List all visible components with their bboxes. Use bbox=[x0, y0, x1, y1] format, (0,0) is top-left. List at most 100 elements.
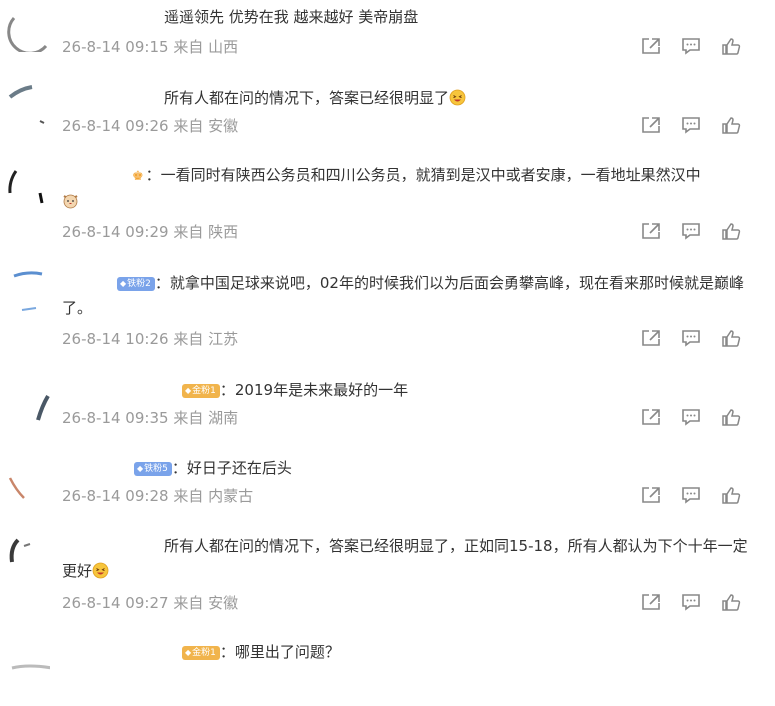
share-button[interactable] bbox=[640, 115, 662, 135]
cat-face-emoji bbox=[62, 192, 79, 209]
laughing-face-emoji bbox=[449, 89, 466, 106]
crown-badge-icon: ♚ bbox=[132, 169, 144, 184]
share-icon bbox=[641, 222, 661, 240]
avatar[interactable] bbox=[6, 390, 50, 434]
comment-icon bbox=[681, 329, 701, 347]
comment-body: 遥遥领先 优势在我 越来越好 美帝崩盘 bbox=[164, 8, 419, 26]
avatar[interactable] bbox=[6, 85, 50, 129]
share-button[interactable] bbox=[640, 36, 662, 56]
comment-location: 江苏 bbox=[208, 330, 239, 348]
comment-text: ◆铁粉2 ：就拿中国足球来说吧，02年的时候我们以为后面会勇攀高峰，现在看来那时候… bbox=[62, 271, 762, 321]
fan-level-badge: ◆铁粉5 bbox=[134, 462, 172, 476]
comment-text: ◆铁粉5 ：好日子还在后头 bbox=[62, 456, 762, 481]
share-button[interactable] bbox=[640, 485, 662, 505]
comment-button[interactable] bbox=[680, 407, 702, 427]
fan-level-badge: ◆铁粉2 bbox=[117, 277, 155, 291]
comment-body: ：就拿中国足球来说吧，02年的时候我们以为后面会勇攀高峰，现在看来那时候就是巅峰… bbox=[62, 274, 744, 317]
comment-date: 26-8-14 09:35 bbox=[62, 409, 169, 427]
comment-date: 26-8-14 09:15 bbox=[62, 38, 169, 56]
like-button[interactable] bbox=[720, 485, 742, 505]
comment-button[interactable] bbox=[680, 221, 702, 241]
fan-level-badge: ◆金粉1 bbox=[182, 646, 220, 660]
like-icon bbox=[721, 116, 741, 134]
comment-button[interactable] bbox=[680, 485, 702, 505]
like-icon bbox=[721, 486, 741, 504]
avatar[interactable] bbox=[6, 536, 50, 580]
comment-body: 所有人都在问的情况下，答案已经很明显了，正如同15-18，所有人都认为下个十年一… bbox=[62, 537, 748, 580]
avatar[interactable] bbox=[6, 8, 50, 52]
like-button[interactable] bbox=[720, 221, 742, 241]
comment-button[interactable] bbox=[680, 36, 702, 56]
like-icon bbox=[721, 593, 741, 611]
like-button[interactable] bbox=[720, 36, 742, 56]
comment-icon bbox=[681, 593, 701, 611]
share-icon bbox=[641, 408, 661, 426]
comment-icon bbox=[681, 222, 701, 240]
comment-actions bbox=[640, 485, 742, 505]
share-icon bbox=[641, 593, 661, 611]
comment-icon bbox=[681, 37, 701, 55]
share-button[interactable] bbox=[640, 221, 662, 241]
comment-icon bbox=[681, 408, 701, 426]
laughing-face-emoji bbox=[92, 562, 109, 579]
like-button[interactable] bbox=[720, 328, 742, 348]
comment-button[interactable] bbox=[680, 592, 702, 612]
comment-body: ：2019年是未来最好的一年 bbox=[219, 381, 409, 399]
like-button[interactable] bbox=[720, 407, 742, 427]
comment-date: 26-8-14 09:29 bbox=[62, 223, 169, 241]
comment-actions bbox=[640, 36, 742, 56]
comment-icon bbox=[681, 116, 701, 134]
comment-text: ♚ ：一看同时有陕西公务员和四川公务员，就猜到是汉中或者安康，一看地址果然汉中 bbox=[62, 163, 762, 214]
comment-meta: 26-8-14 09:29 来自 陕西 bbox=[62, 222, 238, 242]
fan-level-badge: ◆金粉1 bbox=[182, 384, 220, 398]
comment-actions bbox=[640, 115, 742, 135]
comment-source-label: 来自 bbox=[173, 409, 204, 427]
share-button[interactable] bbox=[640, 592, 662, 612]
share-icon bbox=[641, 116, 661, 134]
comment-text: 所有人都在问的情况下，答案已经很明显了 bbox=[62, 86, 762, 111]
comment-actions bbox=[640, 407, 742, 427]
comment-date: 26-8-14 09:26 bbox=[62, 117, 169, 135]
comment-meta: 26-8-14 09:28 来自 内蒙古 bbox=[62, 486, 253, 506]
comment-body: 所有人都在问的情况下，答案已经很明显了 bbox=[164, 89, 450, 107]
comment-location: 安徽 bbox=[208, 117, 239, 135]
comment-text: 所有人都在问的情况下，答案已经很明显了，正如同15-18，所有人都认为下个十年一… bbox=[62, 534, 762, 584]
comment-actions bbox=[640, 328, 742, 348]
comment-location: 陕西 bbox=[208, 223, 239, 241]
comment-location: 安徽 bbox=[208, 594, 239, 612]
comment-meta: 26-8-14 09:35 来自 湖南 bbox=[62, 408, 238, 428]
share-icon bbox=[641, 37, 661, 55]
share-icon bbox=[641, 486, 661, 504]
share-button[interactable] bbox=[640, 407, 662, 427]
comment-actions bbox=[640, 221, 742, 241]
comment-button[interactable] bbox=[680, 115, 702, 135]
avatar[interactable] bbox=[6, 270, 50, 314]
comment-body: ：好日子还在后头 bbox=[171, 459, 292, 477]
comment-location: 山西 bbox=[208, 38, 239, 56]
comment-source-label: 来自 bbox=[173, 38, 204, 56]
share-button[interactable] bbox=[640, 328, 662, 348]
like-icon bbox=[721, 329, 741, 347]
comment-button[interactable] bbox=[680, 328, 702, 348]
like-button[interactable] bbox=[720, 115, 742, 135]
comment-icon bbox=[681, 486, 701, 504]
comment-location: 湖南 bbox=[208, 409, 239, 427]
avatar[interactable] bbox=[6, 472, 50, 516]
comment-source-label: 来自 bbox=[173, 330, 204, 348]
comment-body: ：一看同时有陕西公务员和四川公务员，就猜到是汉中或者安康，一看地址果然汉中 bbox=[145, 166, 701, 184]
comment-meta: 26-8-14 09:26 来自 安徽 bbox=[62, 116, 238, 136]
comment-source-label: 来自 bbox=[173, 223, 204, 241]
comment-body: ：哪里出了问题？ bbox=[219, 643, 340, 661]
comment-date: 26-8-14 09:27 bbox=[62, 594, 169, 612]
avatar[interactable] bbox=[6, 165, 50, 209]
like-button[interactable] bbox=[720, 592, 742, 612]
comment-text: ◆金粉1 ：哪里出了问题？ bbox=[62, 640, 762, 665]
share-icon bbox=[641, 329, 661, 347]
comment-text: ◆金粉1 ：2019年是未来最好的一年 bbox=[62, 378, 762, 403]
avatar[interactable] bbox=[6, 662, 50, 706]
comment-source-label: 来自 bbox=[173, 487, 204, 505]
comment-meta: 26-8-14 09:15 来自 山西 bbox=[62, 37, 238, 57]
comment-source-label: 来自 bbox=[173, 594, 204, 612]
comment-date: 26-8-14 09:28 bbox=[62, 487, 169, 505]
comment-meta: 26-8-14 09:27 来自 安徽 bbox=[62, 593, 238, 613]
